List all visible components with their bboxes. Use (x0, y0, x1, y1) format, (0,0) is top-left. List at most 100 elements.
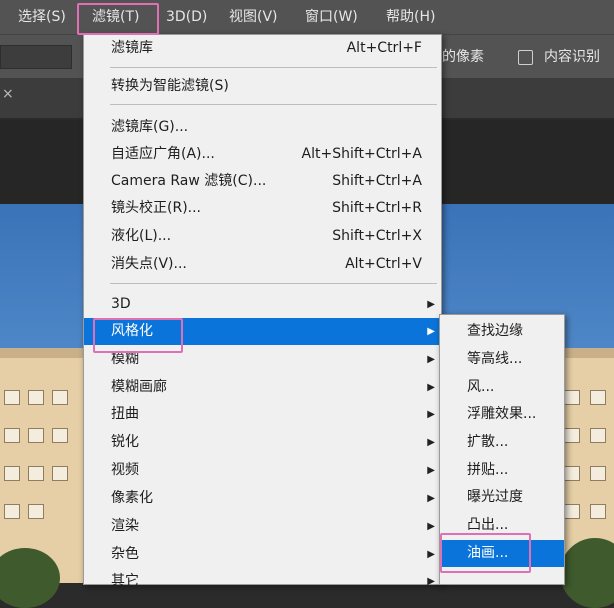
menu-item-distort[interactable]: 扭曲 ▶ (84, 401, 441, 428)
menu-item-shortcut: Alt+Ctrl+F (346, 40, 422, 56)
menu-item-label: 渲染 (111, 518, 139, 534)
photo-window (564, 390, 580, 405)
photo-window (590, 504, 606, 519)
photo-window (52, 390, 68, 405)
menu-item-label: 模糊 (111, 351, 139, 367)
submenu-item-oil-paint[interactable]: 油画... (440, 540, 564, 567)
menu-item-label: 像素化 (111, 490, 153, 506)
photo-window (4, 504, 20, 519)
menu-filter[interactable]: 滤镜(T) (92, 0, 139, 34)
submenu-arrow-icon: ▶ (427, 299, 435, 310)
submenu-item-wind[interactable]: 风... (440, 374, 564, 401)
submenu-item-find-edges[interactable]: 查找边缘 (440, 318, 564, 345)
menu-item-convert-smart-filter[interactable]: 转换为智能滤镜(S) (84, 73, 441, 100)
submenu-arrow-icon: ▶ (427, 437, 435, 448)
menu-item-filter-gallery[interactable]: 滤镜库(G)... (84, 114, 441, 141)
photo-tree (560, 538, 614, 608)
menu-item-other[interactable]: 其它 ▶ (84, 568, 441, 595)
photo-window (590, 390, 606, 405)
submenu-item-contour[interactable]: 等高线... (440, 346, 564, 373)
menu-item-label: 自适应广角(A)... (111, 146, 215, 162)
photo-tree (0, 548, 60, 608)
menu-item-label: 模糊画廊 (111, 379, 167, 395)
menu-item-liquify[interactable]: 液化(L)... Shift+Ctrl+X (84, 223, 441, 250)
submenu-item-label: 风... (467, 379, 495, 395)
menu-item-stylize[interactable]: 风格化 ▶ (84, 318, 441, 345)
submenu-arrow-icon: ▶ (427, 465, 435, 476)
menu-item-label: 滤镜库(G)... (111, 119, 189, 135)
menu-item-shortcut: Alt+Ctrl+V (345, 256, 422, 272)
menu-item-label: 滤镜库 (111, 40, 153, 56)
submenu-item-tiles[interactable]: 拼贴... (440, 457, 564, 484)
photo-window (28, 428, 44, 443)
menu-item-label: 风格化 (111, 323, 153, 339)
photo-window (28, 504, 44, 519)
photo-window (590, 428, 606, 443)
menu-item-shortcut: Alt+Shift+Ctrl+A (301, 146, 422, 162)
submenu-arrow-icon: ▶ (427, 493, 435, 504)
menu-item-label: 锐化 (111, 434, 139, 450)
photo-window (4, 466, 20, 481)
menu-separator (110, 283, 437, 284)
photo-window (564, 504, 580, 519)
menu-item-video[interactable]: 视频 ▶ (84, 457, 441, 484)
photo-window (28, 466, 44, 481)
photo-window (4, 428, 20, 443)
menu-help[interactable]: 帮助(H) (386, 0, 435, 34)
submenu-arrow-icon: ▶ (427, 549, 435, 560)
menu-item-pixelate[interactable]: 像素化 ▶ (84, 485, 441, 512)
menu-item-label: 液化(L)... (111, 228, 172, 244)
menu-window[interactable]: 窗口(W) (305, 0, 358, 34)
menu-item-label: 3D (111, 296, 131, 312)
content-aware-checkbox[interactable] (518, 50, 533, 65)
menu-item-vanishing-point[interactable]: 消失点(V)... Alt+Ctrl+V (84, 251, 441, 278)
menu-item-noise[interactable]: 杂色 ▶ (84, 541, 441, 568)
submenu-arrow-icon: ▶ (427, 354, 435, 365)
filter-menu: 滤镜库 Alt+Ctrl+F 转换为智能滤镜(S) 滤镜库(G)... 自适应广… (83, 34, 442, 589)
menu-item-sharpen[interactable]: 锐化 ▶ (84, 429, 441, 456)
photo-window (52, 466, 68, 481)
photo-window (564, 428, 580, 443)
submenu-arrow-icon: ▶ (427, 521, 435, 532)
submenu-item-label: 拼贴... (467, 462, 509, 478)
submenu-item-extrude[interactable]: 凸出... (440, 512, 564, 539)
submenu-item-label: 查找边缘 (467, 323, 523, 339)
menu-item-shortcut: Shift+Ctrl+X (332, 228, 422, 244)
menu-view[interactable]: 视图(V) (229, 0, 278, 34)
submenu-item-label: 曝光过度 (467, 489, 523, 505)
photo-window (590, 466, 606, 481)
close-icon[interactable]: × (2, 86, 14, 102)
submenu-item-label: 等高线... (467, 351, 523, 367)
photo-window (28, 390, 44, 405)
menu-item-camera-raw[interactable]: Camera Raw 滤镜(C)... Shift+Ctrl+A (84, 168, 441, 195)
menu-item-label: 视频 (111, 462, 139, 478)
submenu-item-label: 扩散... (467, 434, 509, 450)
menu-item-render[interactable]: 渲染 ▶ (84, 513, 441, 540)
submenu-arrow-icon: ▶ (427, 576, 435, 587)
options-text: 的像素 (442, 49, 484, 65)
submenu-item-label: 浮雕效果... (467, 406, 537, 422)
menu-item-label: 转换为智能滤镜(S) (111, 78, 229, 94)
options-field[interactable] (0, 45, 72, 69)
submenu-item-diffuse[interactable]: 扩散... (440, 429, 564, 456)
menu-3d[interactable]: 3D(D) (166, 0, 207, 34)
menu-item-shortcut: Shift+Ctrl+A (332, 173, 422, 189)
submenu-item-label: 油画... (467, 545, 509, 561)
menu-item-adaptive-wide-angle[interactable]: 自适应广角(A)... Alt+Shift+Ctrl+A (84, 141, 441, 168)
menu-select[interactable]: 选择(S) (18, 0, 66, 34)
menu-separator (110, 67, 437, 68)
photo-window (52, 428, 68, 443)
menu-item-filter-gallery-last[interactable]: 滤镜库 Alt+Ctrl+F (84, 35, 441, 62)
menu-item-blur-gallery[interactable]: 模糊画廊 ▶ (84, 374, 441, 401)
submenu-arrow-icon: ▶ (427, 326, 435, 337)
submenu-item-label: 凸出... (467, 517, 509, 533)
menu-item-label: 杂色 (111, 546, 139, 562)
submenu-item-emboss[interactable]: 浮雕效果... (440, 401, 564, 428)
submenu-arrow-icon: ▶ (427, 409, 435, 420)
menu-item-label: 扭曲 (111, 406, 139, 422)
photo-window (564, 466, 580, 481)
menu-item-blur[interactable]: 模糊 ▶ (84, 346, 441, 373)
menu-item-3d[interactable]: 3D ▶ (84, 291, 441, 318)
menu-item-lens-correction[interactable]: 镜头校正(R)... Shift+Ctrl+R (84, 195, 441, 222)
submenu-item-solarize[interactable]: 曝光过度 (440, 484, 564, 511)
